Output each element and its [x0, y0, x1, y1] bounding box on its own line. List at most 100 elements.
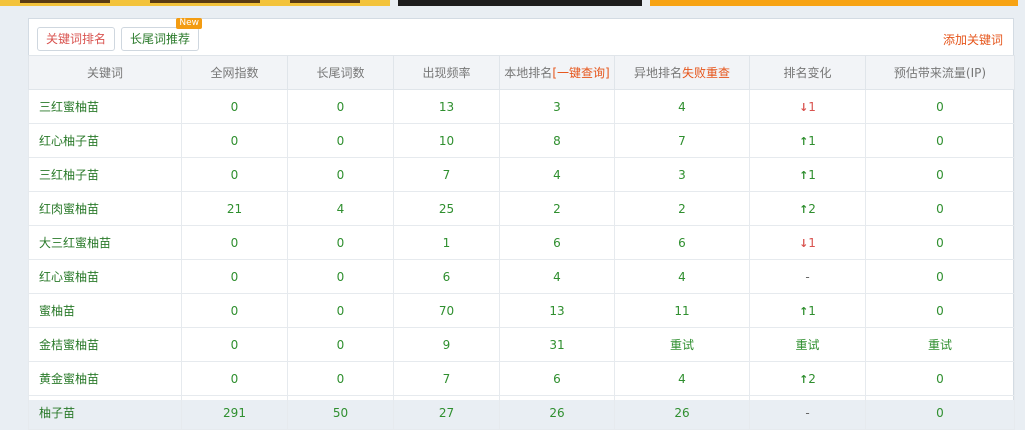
- traffic-cell: 0: [865, 89, 1015, 124]
- remote-rank-cell: 4: [614, 259, 750, 294]
- longtail-cell: 0: [287, 89, 394, 124]
- rank-change-cell: ↓1: [749, 225, 866, 260]
- tab-keyword-ranking[interactable]: 关键词排名: [37, 27, 116, 51]
- rank-change-cell: -: [749, 259, 866, 294]
- tab-bar: 关键词排名 长尾词推荐 New 添加关键词: [29, 18, 1013, 55]
- add-keyword-link[interactable]: 添加关键词: [943, 31, 1003, 48]
- remote-rank-cell: 7: [614, 123, 750, 158]
- frequency-cell: 7: [393, 157, 500, 192]
- rank-change-value: 1: [808, 167, 816, 182]
- frequency-cell: 6: [393, 259, 500, 294]
- local-rank-cell: 8: [499, 123, 615, 158]
- tab-label: 长尾词推荐: [130, 32, 191, 46]
- banner-ad-middle[interactable]: [398, 0, 642, 6]
- table-row: 红心柚子苗 0 0 10 8 7 ↑1 0: [28, 123, 1015, 158]
- frequency-cell: 27: [393, 395, 500, 430]
- tab-longtail-recommend[interactable]: 长尾词推荐 New: [121, 18, 203, 51]
- arrow-up-icon: ↑: [799, 202, 809, 216]
- keyword-cell[interactable]: 红心柚子苗: [28, 123, 182, 158]
- keyword-table: 关键词 全网指数 长尾词数 出现频率 本地排名[一键查询] 异地排名失败重查 排…: [28, 55, 1015, 430]
- index-cell: 291: [181, 395, 288, 430]
- frequency-cell: 10: [393, 123, 500, 158]
- arrow-up-icon: ↑: [799, 134, 809, 148]
- index-cell: 0: [181, 361, 288, 396]
- col-header-longtail: 长尾词数: [287, 55, 394, 90]
- keyword-cell[interactable]: 柚子苗: [28, 395, 182, 430]
- table-body: 三红蜜柚苗 0 0 13 3 4 ↓1 0 红心柚子苗 0 0 10 8 7 ↑1 0 三红柚子苗 0 0 7 4 3 ↑1…: [28, 89, 1015, 430]
- local-rank-cell: 4: [499, 259, 615, 294]
- table-header-row: 关键词 全网指数 长尾词数 出现频率 本地排名[一键查询] 异地排名失败重查 排…: [28, 55, 1015, 90]
- retry-failed-link[interactable]: 失败重查: [682, 66, 730, 80]
- local-rank-cell: 26: [499, 395, 615, 430]
- col-header-remote-rank: 异地排名失败重查: [614, 55, 750, 90]
- rank-change-cell: ↑2: [749, 191, 866, 226]
- col-header-keyword: 关键词: [28, 55, 182, 90]
- traffic-cell: 0: [865, 395, 1015, 430]
- remote-rank-cell: 4: [614, 89, 750, 124]
- traffic-cell: 0: [865, 191, 1015, 226]
- traffic-cell: 0: [865, 225, 1015, 260]
- remote-rank-cell: 26: [614, 395, 750, 430]
- rank-change-value: -: [805, 405, 810, 420]
- col-header-traffic: 预估带来流量(IP): [865, 55, 1015, 90]
- index-cell: 0: [181, 157, 288, 192]
- rank-change-value: 2: [808, 201, 816, 216]
- frequency-cell: 9: [393, 327, 500, 362]
- rank-change-value: 1: [808, 303, 816, 318]
- rank-change-cell: ↑2: [749, 361, 866, 396]
- arrow-up-icon: ↑: [799, 168, 809, 182]
- table-row: 蜜柚苗 0 0 70 13 11 ↑1 0: [28, 293, 1015, 328]
- frequency-cell: 70: [393, 293, 500, 328]
- banner-ad-right[interactable]: [650, 0, 1018, 6]
- rank-change-value: -: [805, 269, 810, 284]
- longtail-cell: 0: [287, 225, 394, 260]
- local-rank-cell: 4: [499, 157, 615, 192]
- arrow-up-icon: ↑: [799, 372, 809, 386]
- remote-rank-cell: 11: [614, 293, 750, 328]
- one-click-query-link[interactable]: [一键查询]: [552, 66, 609, 80]
- longtail-cell: 0: [287, 293, 394, 328]
- longtail-cell: 0: [287, 361, 394, 396]
- frequency-cell: 7: [393, 361, 500, 396]
- remote-rank-cell: 重试: [614, 327, 750, 362]
- col-header-rank-change: 排名变化: [749, 55, 866, 90]
- keyword-cell[interactable]: 金桔蜜柚苗: [28, 327, 182, 362]
- rank-change-cell: -: [749, 395, 866, 430]
- remote-rank-cell: 3: [614, 157, 750, 192]
- keyword-cell[interactable]: 三红柚子苗: [28, 157, 182, 192]
- local-rank-label: 本地排名: [504, 66, 553, 80]
- frequency-cell: 1: [393, 225, 500, 260]
- rank-change-cell: ↑1: [749, 123, 866, 158]
- rank-change-cell: 重试: [749, 327, 866, 362]
- remote-rank-cell: 2: [614, 191, 750, 226]
- table-row: 金桔蜜柚苗 0 0 9 31 重试 重试 重试: [28, 327, 1015, 362]
- traffic-cell: 0: [865, 157, 1015, 192]
- arrow-down-icon: ↓: [799, 236, 809, 250]
- rank-change-value: 2: [808, 371, 816, 386]
- traffic-cell: 0: [865, 259, 1015, 294]
- keyword-cell[interactable]: 大三红蜜柚苗: [28, 225, 182, 260]
- local-rank-cell: 13: [499, 293, 615, 328]
- table-row: 三红柚子苗 0 0 7 4 3 ↑1 0: [28, 157, 1015, 192]
- col-header-index: 全网指数: [181, 55, 288, 90]
- keyword-ranking-panel: 关键词排名 长尾词推荐 New 添加关键词 关键词 全网指数 长尾词数 出现频率…: [28, 18, 1015, 430]
- table-row: 黄金蜜柚苗 0 0 7 6 4 ↑2 0: [28, 361, 1015, 396]
- local-rank-cell: 31: [499, 327, 615, 362]
- index-cell: 0: [181, 327, 288, 362]
- longtail-cell: 0: [287, 123, 394, 158]
- rank-change-value: 重试: [795, 338, 820, 352]
- index-cell: 0: [181, 293, 288, 328]
- longtail-cell: 4: [287, 191, 394, 226]
- index-cell: 0: [181, 259, 288, 294]
- rank-change-cell: ↑1: [749, 157, 866, 192]
- arrow-down-icon: ↓: [799, 100, 809, 114]
- keyword-cell[interactable]: 红肉蜜柚苗: [28, 191, 182, 226]
- longtail-cell: 0: [287, 259, 394, 294]
- keyword-cell[interactable]: 红心蜜柚苗: [28, 259, 182, 294]
- keyword-cell[interactable]: 黄金蜜柚苗: [28, 361, 182, 396]
- banner-ad-left[interactable]: [0, 0, 390, 6]
- keyword-cell[interactable]: 三红蜜柚苗: [28, 89, 182, 124]
- keyword-cell[interactable]: 蜜柚苗: [28, 293, 182, 328]
- rank-change-value: 1: [808, 235, 816, 250]
- traffic-cell: 0: [865, 123, 1015, 158]
